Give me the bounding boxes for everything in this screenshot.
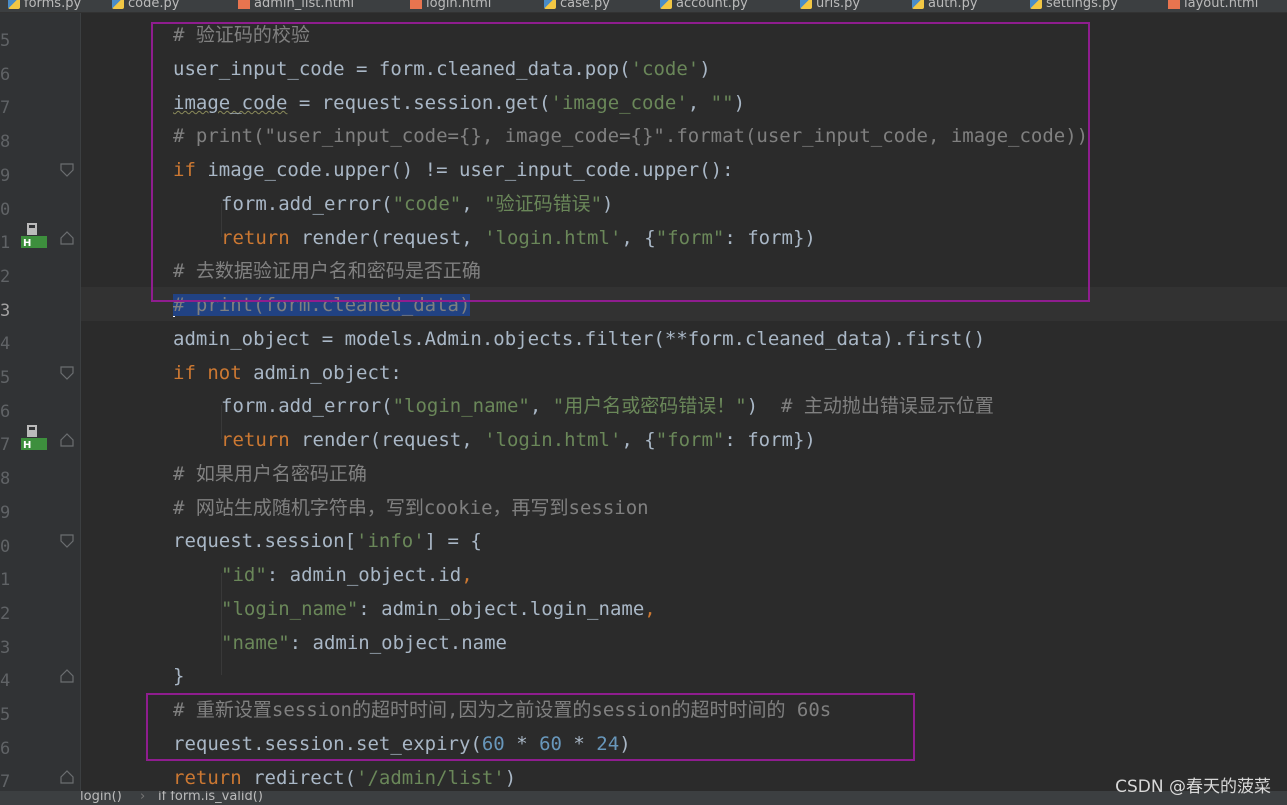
fold-end-icon[interactable] <box>60 231 74 245</box>
svg-text:H: H <box>23 440 31 451</box>
tab-code-py[interactable]: code.py <box>112 0 179 12</box>
html-file-icon <box>410 0 422 9</box>
line-number: 6 <box>0 738 11 759</box>
editor-tab-bar: forms.py code.py admin_list.html login.h… <box>0 0 1287 13</box>
breadcrumb-separator: › <box>140 791 146 804</box>
line-number: 2 <box>0 603 11 624</box>
tab-layout-html[interactable]: layout.html <box>1168 0 1258 12</box>
code-line: "name": admin_object.name <box>221 632 507 654</box>
tab-login-html[interactable]: login.html <box>410 0 491 12</box>
fold-toggle-icon[interactable] <box>60 163 74 177</box>
line-number: 9 <box>0 165 11 186</box>
code-line: # 网站生成随机字符串，写到cookie，再写到session <box>173 497 649 519</box>
python-file-icon <box>912 0 924 9</box>
code-line: "id": admin_object.id, <box>221 564 473 586</box>
breadcrumb: login() › if form.is_valid() <box>0 791 1287 805</box>
code-line: return redirect('/admin/list') <box>173 767 517 789</box>
fold-toggle-icon[interactable] <box>60 534 74 548</box>
python-file-icon <box>660 0 672 9</box>
template-link-icon[interactable]: H <box>21 223 49 249</box>
line-number: 5 <box>0 31 11 51</box>
svg-text:H: H <box>23 238 31 249</box>
line-number: 1 <box>0 570 11 591</box>
breadcrumb-item-login[interactable]: login() <box>80 791 122 805</box>
code-line: "login_name": admin_object.login_name, <box>221 598 656 620</box>
line-number: 7 <box>0 772 11 793</box>
line-number: 7 <box>0 435 11 456</box>
line-number: 4 <box>0 334 11 355</box>
code-line: request.session['info'] = { <box>173 530 482 552</box>
python-file-icon <box>544 0 556 9</box>
tab-forms-py[interactable]: forms.py <box>8 0 81 12</box>
fold-toggle-icon[interactable] <box>60 366 74 380</box>
code-line: return render(request, 'login.html', {"f… <box>221 429 816 451</box>
tab-case-py[interactable]: case.py <box>544 0 610 12</box>
line-number: 8 <box>0 132 11 153</box>
code-line: admin_object = models.Admin.objects.filt… <box>173 328 986 350</box>
code-line: # 如果用户名密码正确 <box>173 463 367 485</box>
python-file-icon <box>800 0 812 9</box>
line-number: 1 <box>0 233 11 254</box>
tab-settings-py[interactable]: settings.py <box>1030 0 1118 12</box>
template-link-icon[interactable]: H <box>21 425 49 451</box>
line-number: 0 <box>0 536 11 557</box>
code-line: if not admin_object: <box>173 362 402 384</box>
line-number: 2 <box>0 266 11 287</box>
annotation-box-session-expiry <box>146 693 915 761</box>
html-file-icon <box>1168 0 1180 9</box>
annotation-box-captcha-check <box>151 22 1090 302</box>
line-number: 9 <box>0 502 11 523</box>
tab-auth-py[interactable]: auth.py <box>912 0 978 12</box>
python-file-icon <box>8 0 20 9</box>
fold-end-icon[interactable] <box>60 770 74 784</box>
line-number: 5 <box>0 705 11 725</box>
line-number: 6 <box>0 401 11 422</box>
breadcrumb-item-if[interactable]: if form.is_valid() <box>158 791 263 805</box>
fold-end-icon[interactable] <box>60 669 74 683</box>
line-number: 4 <box>0 671 11 692</box>
line-number: 6 <box>0 64 11 85</box>
python-file-icon <box>1030 0 1042 9</box>
fold-end-icon[interactable] <box>60 433 74 447</box>
code-line: form.add_error("login_name", "用户名或密码错误！"… <box>221 395 994 417</box>
line-number: 3 <box>0 637 11 658</box>
line-number: 7 <box>0 98 11 119</box>
line-number: 3 <box>0 300 11 321</box>
tab-account-py[interactable]: account.py <box>660 0 748 12</box>
tab-admin-list-html[interactable]: admin_list.html <box>238 0 354 12</box>
python-file-icon <box>112 0 124 9</box>
line-number: 8 <box>0 469 11 490</box>
editor-gutter: 5 6 7 8 9 0 1 2 3 4 5 6 7 8 9 0 1 2 3 4 5 6 7 H H <box>0 13 81 793</box>
html-file-icon <box>238 0 250 9</box>
line-number: 5 <box>0 368 11 388</box>
code-line: } <box>173 665 185 687</box>
watermark: CSDN @春天的菠菜 <box>1115 777 1271 797</box>
tab-urls-py[interactable]: urls.py <box>800 0 860 12</box>
line-number: 0 <box>0 199 11 220</box>
